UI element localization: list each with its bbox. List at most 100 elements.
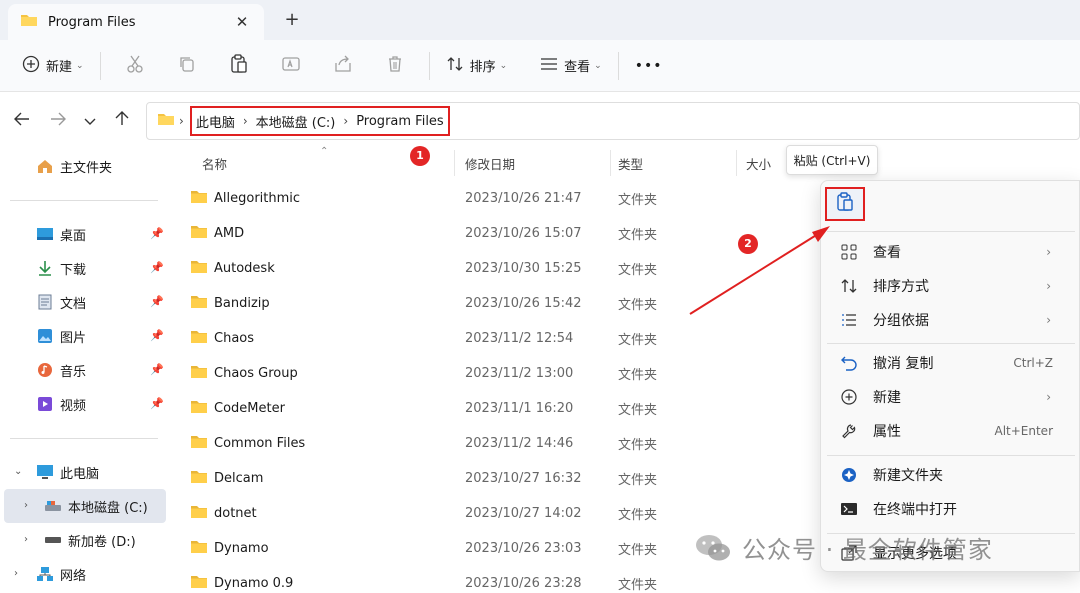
new-folder-icon <box>837 467 861 483</box>
file-name: Common Files <box>214 436 306 451</box>
wechat-icon <box>694 533 732 563</box>
chevron-right-icon[interactable]: › <box>24 500 28 511</box>
folder-icon <box>190 259 208 278</box>
column-header-name[interactable]: 名称 <box>202 154 227 173</box>
menu-item-sort-by[interactable]: 排序方式 › <box>827 269 1075 303</box>
sidebar-item-home[interactable]: 主文件夹 <box>36 150 112 182</box>
chevron-right-icon[interactable]: › <box>14 568 18 579</box>
menu-item-properties[interactable]: 属性 Alt+Enter <box>827 414 1075 448</box>
file-row[interactable]: dotnet 2023/10/27 14:02 文件夹 <box>190 496 790 531</box>
copy-button[interactable] <box>161 48 213 84</box>
file-type: 文件夹 <box>618 543 658 558</box>
file-row[interactable]: Autodesk 2023/10/30 15:25 文件夹 <box>190 251 790 286</box>
up-button[interactable] <box>106 104 138 136</box>
paste-button[interactable] <box>825 187 865 221</box>
sidebar-item-downloads[interactable]: 下载 <box>36 252 86 284</box>
chevron-right-icon[interactable]: › <box>24 534 28 545</box>
file-name: Delcam <box>214 471 264 486</box>
column-header-size[interactable]: 大小 <box>746 154 771 173</box>
toolbar-divider <box>99 51 101 80</box>
sidebar-item-network[interactable]: 网络 <box>36 558 86 590</box>
file-list: 名称 ⌃ 修改日期 类型 大小 Allegorithmic 2023/10/26 … <box>172 146 812 593</box>
new-button[interactable]: 新建 ⌄ <box>14 48 92 84</box>
wrench-icon <box>837 423 861 439</box>
sort-button[interactable]: 排序 ⌄ <box>438 48 516 84</box>
file-name: dotnet <box>214 506 257 521</box>
cut-button[interactable] <box>109 48 161 84</box>
chevron-right-icon[interactable]: › <box>243 114 248 128</box>
menu-item-open-in-terminal[interactable]: 在终端中打开 <box>827 492 1075 526</box>
navigation-pane: 主文件夹 桌面 📌 下载 📌 文档 📌 图片 📌 音乐 📌 视频 📌 ⌄ 此电脑… <box>0 148 172 593</box>
file-row[interactable]: Chaos Group 2023/11/2 13:00 文件夹 <box>190 356 790 391</box>
column-divider[interactable] <box>736 150 737 176</box>
chevron-down-icon[interactable]: ⌄ <box>14 466 22 477</box>
close-tab-icon[interactable]: ✕ <box>232 13 252 31</box>
menu-item-new[interactable]: 新建 › <box>827 380 1075 414</box>
file-row[interactable]: CodeMeter 2023/11/1 16:20 文件夹 <box>190 391 790 426</box>
file-name: AMD <box>214 226 245 241</box>
folder-icon <box>190 224 208 243</box>
file-name-cell: Autodesk <box>190 259 275 278</box>
desktop-icon <box>36 225 54 243</box>
menu-item-new-folder[interactable]: 新建文件夹 <box>827 458 1075 492</box>
undo-icon <box>837 355 861 371</box>
file-name: Dynamo <box>214 541 269 556</box>
column-header-type[interactable]: 类型 <box>618 154 643 173</box>
sidebar-item-pictures[interactable]: 图片 <box>36 320 86 352</box>
file-name-cell: Bandizip <box>190 294 270 313</box>
file-date: 2023/10/30 15:25 <box>465 261 582 276</box>
column-header-date[interactable]: 修改日期 <box>465 154 515 173</box>
sidebar-item-local-disk-c[interactable]: 本地磁盘 (C:) <box>44 490 148 522</box>
file-row[interactable]: Delcam 2023/10/27 16:32 文件夹 <box>190 461 790 496</box>
recent-locations-button[interactable] <box>74 104 106 136</box>
breadcrumb-this-pc[interactable]: 此电脑 <box>196 112 235 131</box>
folder-icon <box>20 12 38 32</box>
view-label: 查看 <box>564 60 591 75</box>
file-row[interactable]: Common Files 2023/11/2 14:46 文件夹 <box>190 426 790 461</box>
new-tab-button[interactable]: + <box>280 8 304 32</box>
file-row[interactable]: Bandizip 2023/10/26 15:42 文件夹 <box>190 286 790 321</box>
file-row[interactable]: Dynamo 0.9 2023/10/26 23:28 文件夹 <box>190 566 790 593</box>
chevron-down-icon <box>84 110 96 131</box>
more-options-button[interactable]: ••• <box>627 48 671 84</box>
chevron-right-icon[interactable]: › <box>343 114 348 128</box>
chevron-down-icon: ⌄ <box>594 60 602 71</box>
menu-item-undo-copy[interactable]: 撤消 复制 Ctrl+Z <box>827 346 1075 380</box>
file-row[interactable]: Allegorithmic 2023/10/26 21:47 文件夹 <box>190 181 790 216</box>
address-bar[interactable]: › 此电脑 › 本地磁盘 (C:) › Program Files <box>146 102 1080 140</box>
menu-shortcut: Ctrl+Z <box>1013 356 1053 370</box>
back-button[interactable] <box>6 104 38 136</box>
sidebar-item-drive-d[interactable]: 新加卷 (D:) <box>44 524 136 556</box>
sidebar-item-videos[interactable]: 视频 <box>36 388 86 420</box>
step-badge-2: 2 <box>738 234 758 254</box>
forward-button[interactable] <box>42 104 74 136</box>
file-type: 文件夹 <box>618 228 658 243</box>
rename-button[interactable] <box>265 48 317 84</box>
delete-button[interactable] <box>369 48 421 84</box>
file-date: 2023/11/2 12:54 <box>465 331 574 346</box>
command-bar: 新建 ⌄ 排序 ⌄ 查看 ⌄ ••• <box>0 40 1080 92</box>
column-divider[interactable] <box>610 150 611 176</box>
file-row[interactable]: Chaos 2023/11/2 12:54 文件夹 <box>190 321 790 356</box>
rename-icon <box>281 55 300 77</box>
breadcrumb-program-files[interactable]: Program Files <box>356 114 444 129</box>
sidebar-item-this-pc[interactable]: 此电脑 <box>36 456 99 488</box>
sidebar-item-desktop[interactable]: 桌面 <box>36 218 86 250</box>
network-icon <box>36 565 54 583</box>
file-name: Allegorithmic <box>214 191 301 206</box>
share-button[interactable] <box>317 48 369 84</box>
folder-icon <box>190 399 208 418</box>
view-button[interactable]: 查看 ⌄ <box>532 48 610 84</box>
sidebar-item-music[interactable]: 音乐 <box>36 354 86 386</box>
menu-item-view[interactable]: 查看 › <box>827 235 1075 269</box>
file-row[interactable]: AMD 2023/10/26 15:07 文件夹 <box>190 216 790 251</box>
column-divider[interactable] <box>454 150 455 176</box>
paste-toolbar-button[interactable] <box>213 48 265 84</box>
breadcrumb-local-disk[interactable]: 本地磁盘 (C:) <box>256 112 336 131</box>
menu-item-group-by[interactable]: 分组依据 › <box>827 303 1075 337</box>
chevron-right-icon: › <box>179 114 184 128</box>
file-date: 2023/10/26 15:07 <box>465 226 582 241</box>
tab-program-files[interactable]: Program Files ✕ <box>8 4 264 40</box>
sidebar-item-documents[interactable]: 文档 <box>36 286 86 318</box>
file-name: Bandizip <box>214 296 270 311</box>
